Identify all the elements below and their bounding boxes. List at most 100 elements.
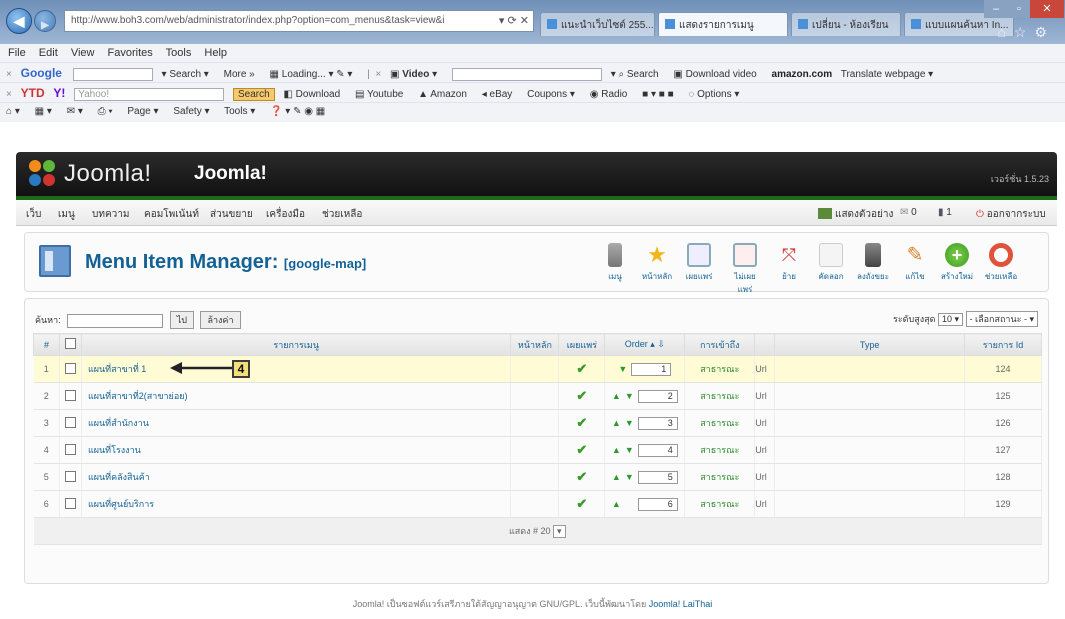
home-star-gear-icons[interactable]: ⌂☆⚙ (997, 24, 1055, 41)
order-up-icon[interactable]: ▲ (612, 472, 621, 482)
row-published-cell[interactable]: ✔ (558, 382, 606, 410)
amazon-button[interactable]: ▲ Amazon (418, 89, 467, 100)
row-default-cell[interactable] (510, 463, 560, 491)
col-default[interactable]: หน้าหลัก (510, 333, 560, 356)
tool-unpublish[interactable]: ไม่เผยแพร่ (727, 243, 763, 296)
page-menu[interactable]: Page ▾ (127, 106, 158, 117)
download-video-button[interactable]: ▣ Download video (673, 69, 756, 80)
coupons-button[interactable]: Coupons ▾ (527, 89, 575, 100)
minimize-button[interactable]: – (984, 0, 1008, 18)
tool-trash[interactable]: ลงถังขยะ (855, 243, 891, 283)
options-button[interactable]: ◌ Options ▾ (688, 89, 739, 100)
filter-input[interactable] (67, 313, 164, 328)
published-check-icon[interactable]: ✔ (576, 496, 587, 511)
col-menu-item[interactable]: รายการเมนู (80, 333, 512, 356)
row-checkbox-cell[interactable] (59, 463, 82, 491)
level-select[interactable]: 10 ▾ (937, 313, 964, 326)
menu-view[interactable]: View (71, 47, 95, 59)
col-access[interactable]: การเข้าถึง (684, 333, 756, 356)
col-type[interactable]: Type (774, 333, 965, 356)
row-default-cell[interactable] (510, 490, 560, 518)
order-input[interactable]: 2 (637, 389, 678, 403)
footer-link[interactable]: Joomla! LaiThai (649, 599, 713, 609)
order-down-icon[interactable]: ▼ (618, 364, 627, 374)
logout-link[interactable]: ⏻ ออกจากระบบ (976, 207, 1046, 222)
menu-item-link[interactable]: แผนที่สำนักงาน (88, 418, 149, 428)
menu-site[interactable]: เว็บ (26, 207, 41, 222)
row-published-cell[interactable]: ✔ (558, 463, 606, 491)
order-down-icon[interactable]: ▼ (625, 418, 634, 428)
row-default-cell[interactable] (510, 436, 560, 464)
pagination-select[interactable]: ▾ (553, 525, 566, 538)
access-link[interactable]: สาธารณะ (700, 418, 739, 428)
preview-link[interactable]: แสดงตัวอย่าง (818, 207, 893, 222)
row-default-cell[interactable] (510, 382, 560, 410)
tool-copy[interactable]: คัดลอก (813, 243, 849, 283)
forward-button[interactable]: ▶ (34, 10, 56, 32)
menu-item-link[interactable]: แผนที่โรงงาน (88, 445, 141, 455)
tool-move[interactable]: ⤧ ย้าย (771, 243, 807, 283)
menu-tools[interactable]: Tools (166, 47, 192, 59)
menu-item-link[interactable]: แผนที่สาขาที่ 1 (88, 364, 146, 374)
menu-file[interactable]: File (8, 47, 26, 59)
row-checkbox-cell[interactable] (59, 409, 82, 437)
access-link[interactable]: สาธารณะ (700, 391, 739, 401)
social-icons[interactable]: ■ ▾ ■ ■ (642, 89, 673, 100)
row-published-cell[interactable]: ✔ (558, 355, 606, 383)
refresh-stop-icons[interactable]: ▾ ⟳ ✕ (499, 14, 529, 27)
feeds-icon[interactable]: ▦ ▾ (35, 106, 52, 117)
access-link[interactable]: สาธารณะ (700, 499, 739, 509)
amazon-logo[interactable]: amazon.com (772, 69, 833, 80)
row-checkbox[interactable] (64, 470, 76, 482)
menu-menus[interactable]: เมนู (58, 207, 75, 222)
menu-extensions[interactable]: ส่วนขยาย (210, 207, 253, 222)
order-up-icon[interactable]: ▲ (612, 391, 621, 401)
access-link[interactable]: สาธารณะ (700, 445, 739, 455)
check-all-checkbox[interactable] (64, 338, 76, 349)
menu-help[interactable]: Help (204, 47, 227, 59)
translate-button[interactable]: Translate webpage ▾ (841, 69, 934, 80)
google-search-input[interactable] (72, 67, 153, 81)
close-toolbar-icon[interactable]: × (6, 69, 12, 80)
menu-edit[interactable]: Edit (39, 47, 58, 59)
tool-new[interactable]: + สร้างใหม่ (939, 243, 975, 283)
tool-edit[interactable]: ✎ แก้ไข (897, 243, 933, 283)
row-checkbox[interactable] (64, 443, 76, 455)
menu-favorites[interactable]: Favorites (108, 47, 153, 59)
yahoo-search-input[interactable]: Yahoo! (74, 87, 225, 101)
maximize-button[interactable]: ▫ (1008, 0, 1030, 18)
col-order[interactable]: Order ▴ ⇩ (604, 333, 686, 356)
menu-tools[interactable]: เครื่องมือ (266, 207, 305, 222)
tool-menus[interactable]: เมนู (597, 243, 633, 283)
row-checkbox[interactable] (64, 497, 76, 509)
order-up-icon[interactable]: ▲ (612, 445, 621, 455)
row-published-cell[interactable]: ✔ (558, 409, 606, 437)
state-select[interactable]: - เลือกสถานะ - ▾ (965, 311, 1038, 327)
row-published-cell[interactable]: ✔ (558, 436, 606, 464)
row-checkbox-cell[interactable] (59, 490, 82, 518)
home-icon[interactable]: ⌂ ▾ (6, 106, 20, 117)
mail-icon[interactable]: ✉ ▾ (67, 106, 83, 117)
published-check-icon[interactable]: ✔ (576, 415, 587, 430)
menu-item-link[interactable]: แผนที่สาขาที่2(สาขาย่อย) (88, 391, 188, 401)
menu-item-link[interactable]: แผนที่คลังสินค้า (88, 472, 150, 482)
col-item-id[interactable]: รายการ Id (963, 333, 1043, 356)
tab-3[interactable]: เปลี่ยน - ห้องเรียน (791, 12, 901, 36)
filter-go-button[interactable]: ไป (169, 311, 194, 329)
row-checkbox-cell[interactable] (59, 355, 82, 383)
order-input[interactable]: 4 (637, 443, 678, 457)
close-toolbar2-icon[interactable]: | × (367, 69, 381, 80)
download-button[interactable]: ◧ Download (283, 89, 340, 100)
row-checkbox-cell[interactable] (59, 382, 82, 410)
address-bar[interactable]: http://www.boh3.com/web/administrator/in… (64, 10, 534, 32)
row-published-cell[interactable]: ✔ (558, 490, 606, 518)
order-down-icon[interactable]: ▼ (625, 472, 634, 482)
video-button[interactable]: ▣ Video ▾ (390, 69, 437, 80)
radio-button[interactable]: ◉ Radio (590, 89, 628, 100)
more-button[interactable]: More » (224, 69, 255, 80)
google-search-button[interactable]: ▾ Search ▾ (162, 69, 209, 80)
order-down-icon[interactable]: ▼ (625, 391, 634, 401)
published-check-icon[interactable]: ✔ (576, 361, 587, 376)
order-input[interactable]: 1 (631, 362, 672, 376)
video-search-input[interactable] (451, 67, 602, 81)
